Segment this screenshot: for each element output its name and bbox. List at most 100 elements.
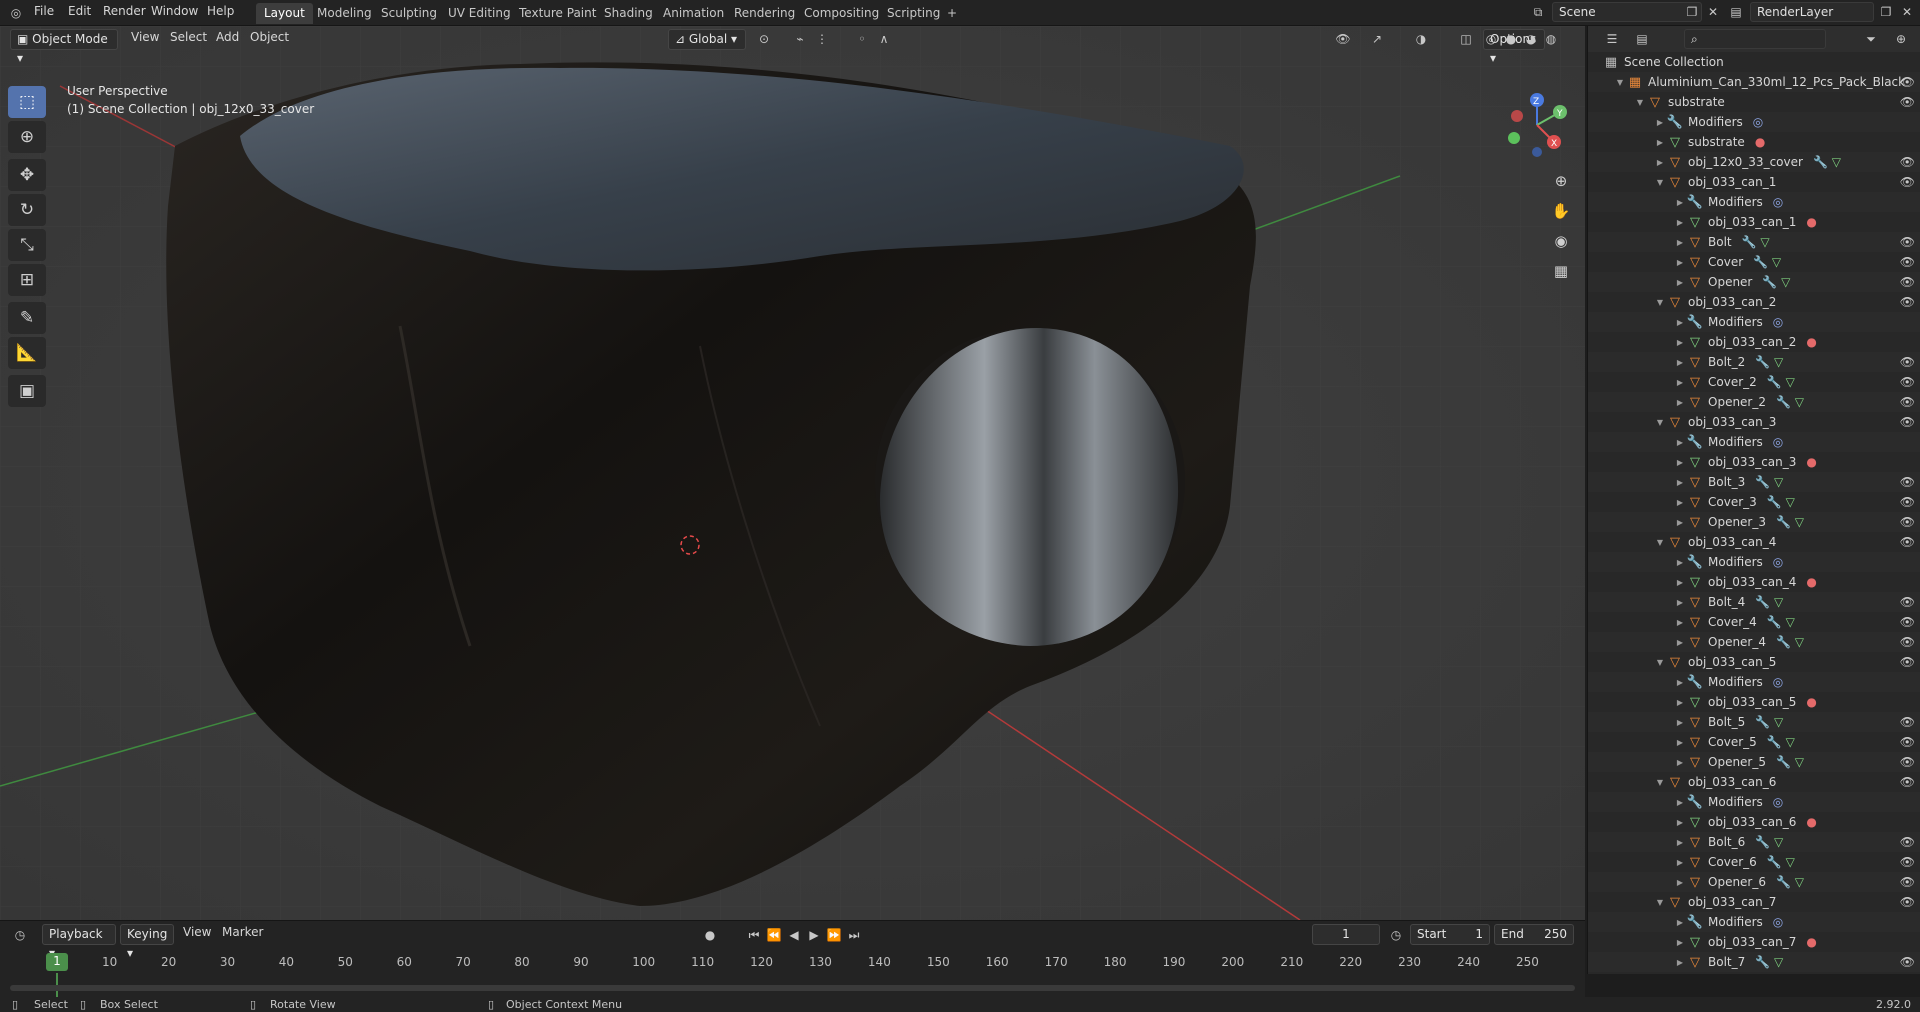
disclosure-collapsed-icon[interactable]: ▶ (1674, 718, 1686, 727)
disclosure-expanded-icon[interactable]: ▼ (1654, 178, 1666, 187)
disclosure-expanded-icon[interactable]: ▼ (1654, 658, 1666, 667)
new-collection-icon[interactable]: ⊕ (1891, 29, 1911, 49)
eye-icon[interactable]: 👁 (1900, 715, 1915, 729)
outliner-row[interactable]: ▶ ▽ obj_033_can_2 ● (1588, 332, 1920, 352)
disclosure-collapsed-icon[interactable]: ▶ (1674, 358, 1686, 367)
object-mode-dropdown[interactable]: ▣ Object Mode ▾ (10, 29, 118, 65)
outliner-root-row[interactable]: ▦ Scene Collection (1588, 52, 1920, 72)
outliner-row[interactable]: ▼ ▽ obj_033_can_6 👁 (1588, 772, 1920, 792)
select-box-tool-icon[interactable]: ⬚ (8, 86, 46, 118)
disclosure-collapsed-icon[interactable]: ▶ (1674, 638, 1686, 647)
eye-icon[interactable]: 👁 (1900, 355, 1915, 369)
camera-icon[interactable]: ◉ (1548, 228, 1574, 254)
outliner-row[interactable]: ▶ ▽ Cover_6 🔧 ▽ 👁 (1588, 852, 1920, 872)
visibility-icon[interactable]: 👁 (1333, 29, 1353, 49)
tab-modeling[interactable]: Modeling (309, 3, 380, 24)
outliner-row[interactable]: ▼ ▽ obj_033_can_5 👁 (1588, 652, 1920, 672)
outliner-row[interactable]: ▶ ▽ Cover 🔧 ▽ 👁 (1588, 252, 1920, 272)
pivot-icon[interactable]: ⊙ (754, 29, 774, 49)
disclosure-expanded-icon[interactable]: ▼ (1654, 898, 1666, 907)
eye-icon[interactable]: 👁 (1900, 955, 1915, 969)
disclosure-collapsed-icon[interactable]: ▶ (1674, 198, 1686, 207)
disclosure-collapsed-icon[interactable]: ▶ (1674, 838, 1686, 847)
outliner-row[interactable]: ▶ ▽ Bolt_5 🔧 ▽ 👁 (1588, 712, 1920, 732)
disclosure-expanded-icon[interactable]: ▼ (1654, 778, 1666, 787)
disclosure-collapsed-icon[interactable]: ▶ (1674, 598, 1686, 607)
snap-target-icon[interactable]: ⋮ (812, 29, 832, 49)
outliner-row[interactable]: ▶ ▽ Opener_6 🔧 ▽ 👁 (1588, 872, 1920, 892)
gizmo-toggle-icon[interactable]: ↗ (1367, 29, 1387, 49)
eye-icon[interactable]: 👁 (1900, 255, 1915, 269)
outliner-row[interactable]: ▶ ▽ obj_033_can_1 ● (1588, 212, 1920, 232)
disclosure-expanded-icon[interactable]: ▼ (1654, 418, 1666, 427)
outliner-row[interactable]: ▶ 🔧 Modifiers ◎ (1588, 432, 1920, 452)
disclosure-collapsed-icon[interactable]: ▶ (1674, 478, 1686, 487)
outliner-row[interactable]: ▶ ▽ Cover_2 🔧 ▽ 👁 (1588, 372, 1920, 392)
disclosure-collapsed-icon[interactable]: ▶ (1654, 158, 1666, 167)
add-workspace-icon[interactable]: + (942, 3, 962, 23)
eye-icon[interactable]: 👁 (1900, 775, 1915, 789)
disclosure-collapsed-icon[interactable]: ▶ (1674, 558, 1686, 567)
eye-icon[interactable]: 👁 (1900, 75, 1915, 89)
disclosure-collapsed-icon[interactable]: ▶ (1674, 278, 1686, 287)
outliner-row[interactable]: ▶ ▽ Bolt_6 🔧 ▽ 👁 (1588, 832, 1920, 852)
scene-icon[interactable]: ⧉ (1528, 2, 1548, 22)
outliner-row[interactable]: ▶ ▽ Cover_4 🔧 ▽ 👁 (1588, 612, 1920, 632)
tab-compositing[interactable]: Compositing (796, 3, 887, 24)
outliner-row[interactable]: ▶ ▽ Opener_4 🔧 ▽ 👁 (1588, 632, 1920, 652)
display-mode-icon[interactable]: ▤ (1632, 29, 1652, 49)
eye-icon[interactable]: 👁 (1900, 175, 1915, 189)
eye-icon[interactable]: 👁 (1900, 655, 1915, 669)
wireframe-shading-icon[interactable]: ◎ (1481, 29, 1501, 49)
eye-icon[interactable]: 👁 (1900, 375, 1915, 389)
outliner-row[interactable]: ▼ ▽ obj_033_can_1 👁 (1588, 172, 1920, 192)
disclosure-collapsed-icon[interactable]: ▶ (1674, 938, 1686, 947)
outliner-row[interactable]: ▶ 🔧 Modifiers ◎ (1588, 912, 1920, 932)
cursor-tool-icon[interactable]: ⊕ (8, 121, 46, 153)
grid-toggle-icon[interactable]: ▦ (1548, 258, 1574, 284)
disclosure-collapsed-icon[interactable]: ▶ (1674, 378, 1686, 387)
disclosure-collapsed-icon[interactable]: ▶ (1674, 458, 1686, 467)
tab-uv-editing[interactable]: UV Editing (440, 3, 519, 24)
filter-icon[interactable]: ⏷ (1861, 29, 1881, 49)
disclosure-collapsed-icon[interactable]: ▶ (1674, 618, 1686, 627)
disclosure-collapsed-icon[interactable]: ▶ (1674, 338, 1686, 347)
eye-icon[interactable]: 👁 (1900, 515, 1915, 529)
eye-icon[interactable]: 👁 (1900, 755, 1915, 769)
annotate-tool-icon[interactable]: ✎ (8, 302, 46, 334)
eye-icon[interactable]: 👁 (1900, 855, 1915, 869)
falloff-icon[interactable]: ∧ (874, 29, 894, 49)
outliner-row[interactable]: ▶ ▽ Bolt_2 🔧 ▽ 👁 (1588, 352, 1920, 372)
disclosure-collapsed-icon[interactable]: ▶ (1674, 798, 1686, 807)
outliner-row[interactable]: ▶ ▽ obj_033_can_7 ● (1588, 932, 1920, 952)
menu-help[interactable]: Help (207, 4, 234, 18)
outliner-row[interactable]: ▶ ▽ Bolt_4 🔧 ▽ 👁 (1588, 592, 1920, 612)
tab-sculpting[interactable]: Sculpting (373, 3, 445, 24)
layer-copy-icon[interactable]: ❐ (1876, 2, 1896, 22)
menu-render[interactable]: Render (103, 4, 146, 18)
solid-shading-icon[interactable]: ● (1501, 29, 1521, 49)
scale-tool-icon[interactable]: ⤡ (8, 229, 46, 261)
disclosure-collapsed-icon[interactable]: ▶ (1674, 858, 1686, 867)
outliner-row[interactable]: ▶ ▽ obj_033_can_4 ● (1588, 572, 1920, 592)
overlays-icon[interactable]: ◑ (1411, 29, 1431, 49)
disclosure-collapsed-icon[interactable]: ▶ (1674, 438, 1686, 447)
outliner-row[interactable]: ▶ 🔧 Modifiers ◎ (1588, 672, 1920, 692)
outliner-row[interactable]: ▶ ▽ Opener_2 🔧 ▽ 👁 (1588, 392, 1920, 412)
outliner-row[interactable]: ▶ 🔧 Modifiers ◎ (1588, 312, 1920, 332)
move-tool-icon[interactable]: ✥ (8, 159, 46, 191)
menu-edit[interactable]: Edit (68, 4, 91, 18)
disclosure-collapsed-icon[interactable]: ▶ (1674, 698, 1686, 707)
eye-icon[interactable]: 👁 (1900, 635, 1915, 649)
rendered-shading-icon[interactable]: ◍ (1541, 29, 1561, 49)
tab-shading[interactable]: Shading (596, 3, 661, 24)
transform-orientation-dropdown[interactable]: ⊿ Global ▾ (668, 29, 746, 50)
eye-icon[interactable]: 👁 (1900, 595, 1915, 609)
scene-close-icon[interactable]: ✕ (1703, 2, 1723, 22)
eye-icon[interactable]: 👁 (1900, 155, 1915, 169)
outliner-row[interactable]: ▼ ▽ obj_033_can_3 👁 (1588, 412, 1920, 432)
transform-tool-icon[interactable]: ⊞ (8, 264, 46, 296)
disclosure-collapsed-icon[interactable]: ▶ (1674, 578, 1686, 587)
tab-rendering[interactable]: Rendering (726, 3, 803, 24)
disclosure-collapsed-icon[interactable]: ▶ (1674, 918, 1686, 927)
